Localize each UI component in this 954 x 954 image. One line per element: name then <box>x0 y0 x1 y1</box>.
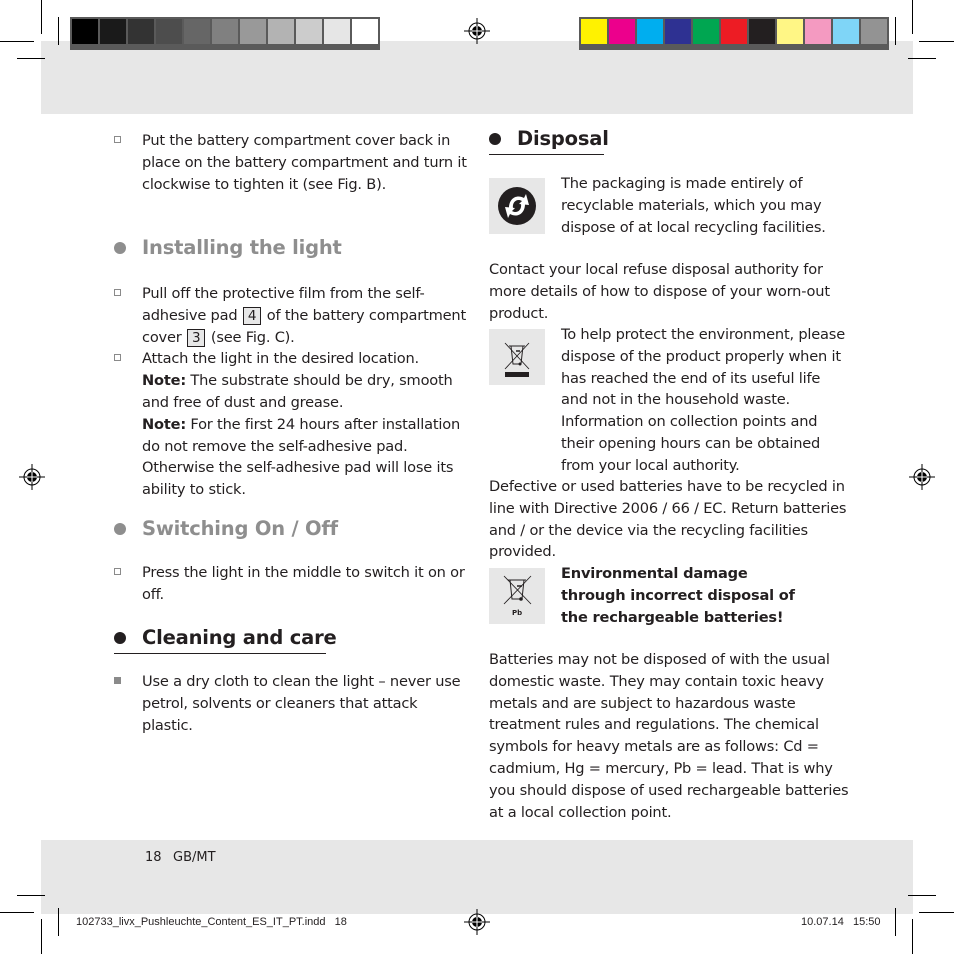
color-swatch <box>749 19 775 44</box>
registration-mark-icon <box>464 909 490 935</box>
color-swatch <box>212 19 238 44</box>
crop-mark <box>58 17 59 45</box>
registration-mark-icon <box>909 464 935 490</box>
checkbox-bullet-icon <box>114 354 121 362</box>
section-heading: Disposal <box>489 126 845 155</box>
square-bullet-icon <box>114 677 121 684</box>
bullet-dot-icon <box>114 632 126 644</box>
color-swatch <box>609 19 635 44</box>
color-swatch <box>324 19 350 44</box>
color-swatch <box>777 19 803 44</box>
note-label: Note: <box>142 415 186 433</box>
header-band <box>41 41 913 114</box>
color-swatch <box>156 19 182 44</box>
slug-datetime: 10.07.14 15:50 <box>801 916 881 928</box>
crop-mark <box>908 895 936 896</box>
crop-mark <box>919 912 954 913</box>
crop-mark <box>0 912 34 913</box>
heading-underline <box>114 652 326 654</box>
list-item: Press the light in the middle to switch … <box>114 562 470 606</box>
warning-title: Environmental damage through incorrect d… <box>561 565 795 626</box>
color-swatch <box>184 19 210 44</box>
green-dot-recycling-icon <box>498 187 536 225</box>
color-swatch <box>833 19 859 44</box>
section-heading: Switching On / Off <box>114 516 470 542</box>
color-swatch <box>352 19 378 44</box>
list-item: Attach the light in the desired location… <box>114 348 470 501</box>
batteries-text: Batteries may not be disposed of with th… <box>489 651 849 821</box>
note-label: Note: <box>142 372 186 390</box>
crop-mark <box>17 895 45 896</box>
switching-section: Switching On / Off Press the light in th… <box>114 516 470 606</box>
part-reference: 3 <box>187 328 206 347</box>
disposal-heading-wrap: Disposal <box>489 126 845 155</box>
checkbox-bullet-icon <box>114 136 121 143</box>
cleaning-section: Cleaning and care Use a dry cloth to cle… <box>114 625 470 736</box>
pb-label: Pb <box>512 609 523 617</box>
crossed-bin-icon <box>504 342 530 377</box>
crop-mark <box>41 0 42 34</box>
color-swatch <box>268 19 294 44</box>
crop-mark <box>17 58 45 59</box>
registration-mark-icon <box>464 18 490 44</box>
bullet-dot-icon <box>114 242 126 254</box>
slug-filename: 102733_livx_Pushleuchte_Content_ES_IT_PT… <box>76 916 347 928</box>
left-column: Put the battery compartment cover back i… <box>114 130 470 195</box>
heading-underline <box>489 153 604 155</box>
crop-mark <box>41 919 42 954</box>
bullet-dot-icon <box>489 133 501 145</box>
crop-mark <box>912 919 913 954</box>
crop-mark <box>908 58 936 59</box>
color-swatch <box>721 19 747 44</box>
crop-mark <box>912 0 913 34</box>
battery-directive-text: Defective or used batteries have to be r… <box>489 478 847 561</box>
crop-mark <box>0 41 34 42</box>
color-swatch <box>581 19 607 44</box>
weee-symbol-box <box>489 329 545 385</box>
color-swatch <box>128 19 154 44</box>
list-item: Use a dry cloth to clean the light – nev… <box>114 671 470 736</box>
checkbox-bullet-icon <box>114 289 121 296</box>
list-item: Put the battery compartment cover back i… <box>114 130 470 195</box>
locale-label: GB/MT <box>173 850 216 865</box>
color-swatch <box>72 19 98 44</box>
color-swatch <box>861 19 887 44</box>
color-swatch <box>665 19 691 44</box>
checkbox-bullet-icon <box>114 568 121 575</box>
list-item: Pull off the protective film from the se… <box>114 283 470 348</box>
bullet-dot-icon <box>114 523 126 535</box>
color-swatch <box>240 19 266 44</box>
color-swatch <box>296 19 322 44</box>
battery-bin-symbol-box: Pb <box>489 568 545 624</box>
process-color-bar <box>579 17 889 50</box>
contact-text: Contact your local refuse disposal autho… <box>489 261 830 322</box>
registration-mark-icon <box>19 464 45 490</box>
crop-mark <box>895 17 896 45</box>
color-swatch <box>637 19 663 44</box>
crop-mark <box>895 908 896 936</box>
section-heading: Cleaning and care <box>114 625 470 654</box>
color-swatch <box>805 19 831 44</box>
color-swatch <box>693 19 719 44</box>
weee-text: To help protect the environment, please … <box>561 326 845 474</box>
crop-mark <box>58 908 59 936</box>
installing-section: Installing the light Pull off the protec… <box>114 235 470 501</box>
color-swatch <box>100 19 126 44</box>
footer-band <box>41 840 913 914</box>
page-number: 18 <box>145 850 162 865</box>
packaging-text: The packaging is made entirely of recycl… <box>561 175 826 236</box>
crop-mark <box>919 41 954 42</box>
recycling-symbol-box <box>489 178 545 234</box>
grey-color-bar <box>70 17 380 50</box>
list-item-text: Put the battery compartment cover back i… <box>142 132 467 193</box>
section-heading: Installing the light <box>114 235 470 261</box>
part-reference: 4 <box>242 306 262 325</box>
